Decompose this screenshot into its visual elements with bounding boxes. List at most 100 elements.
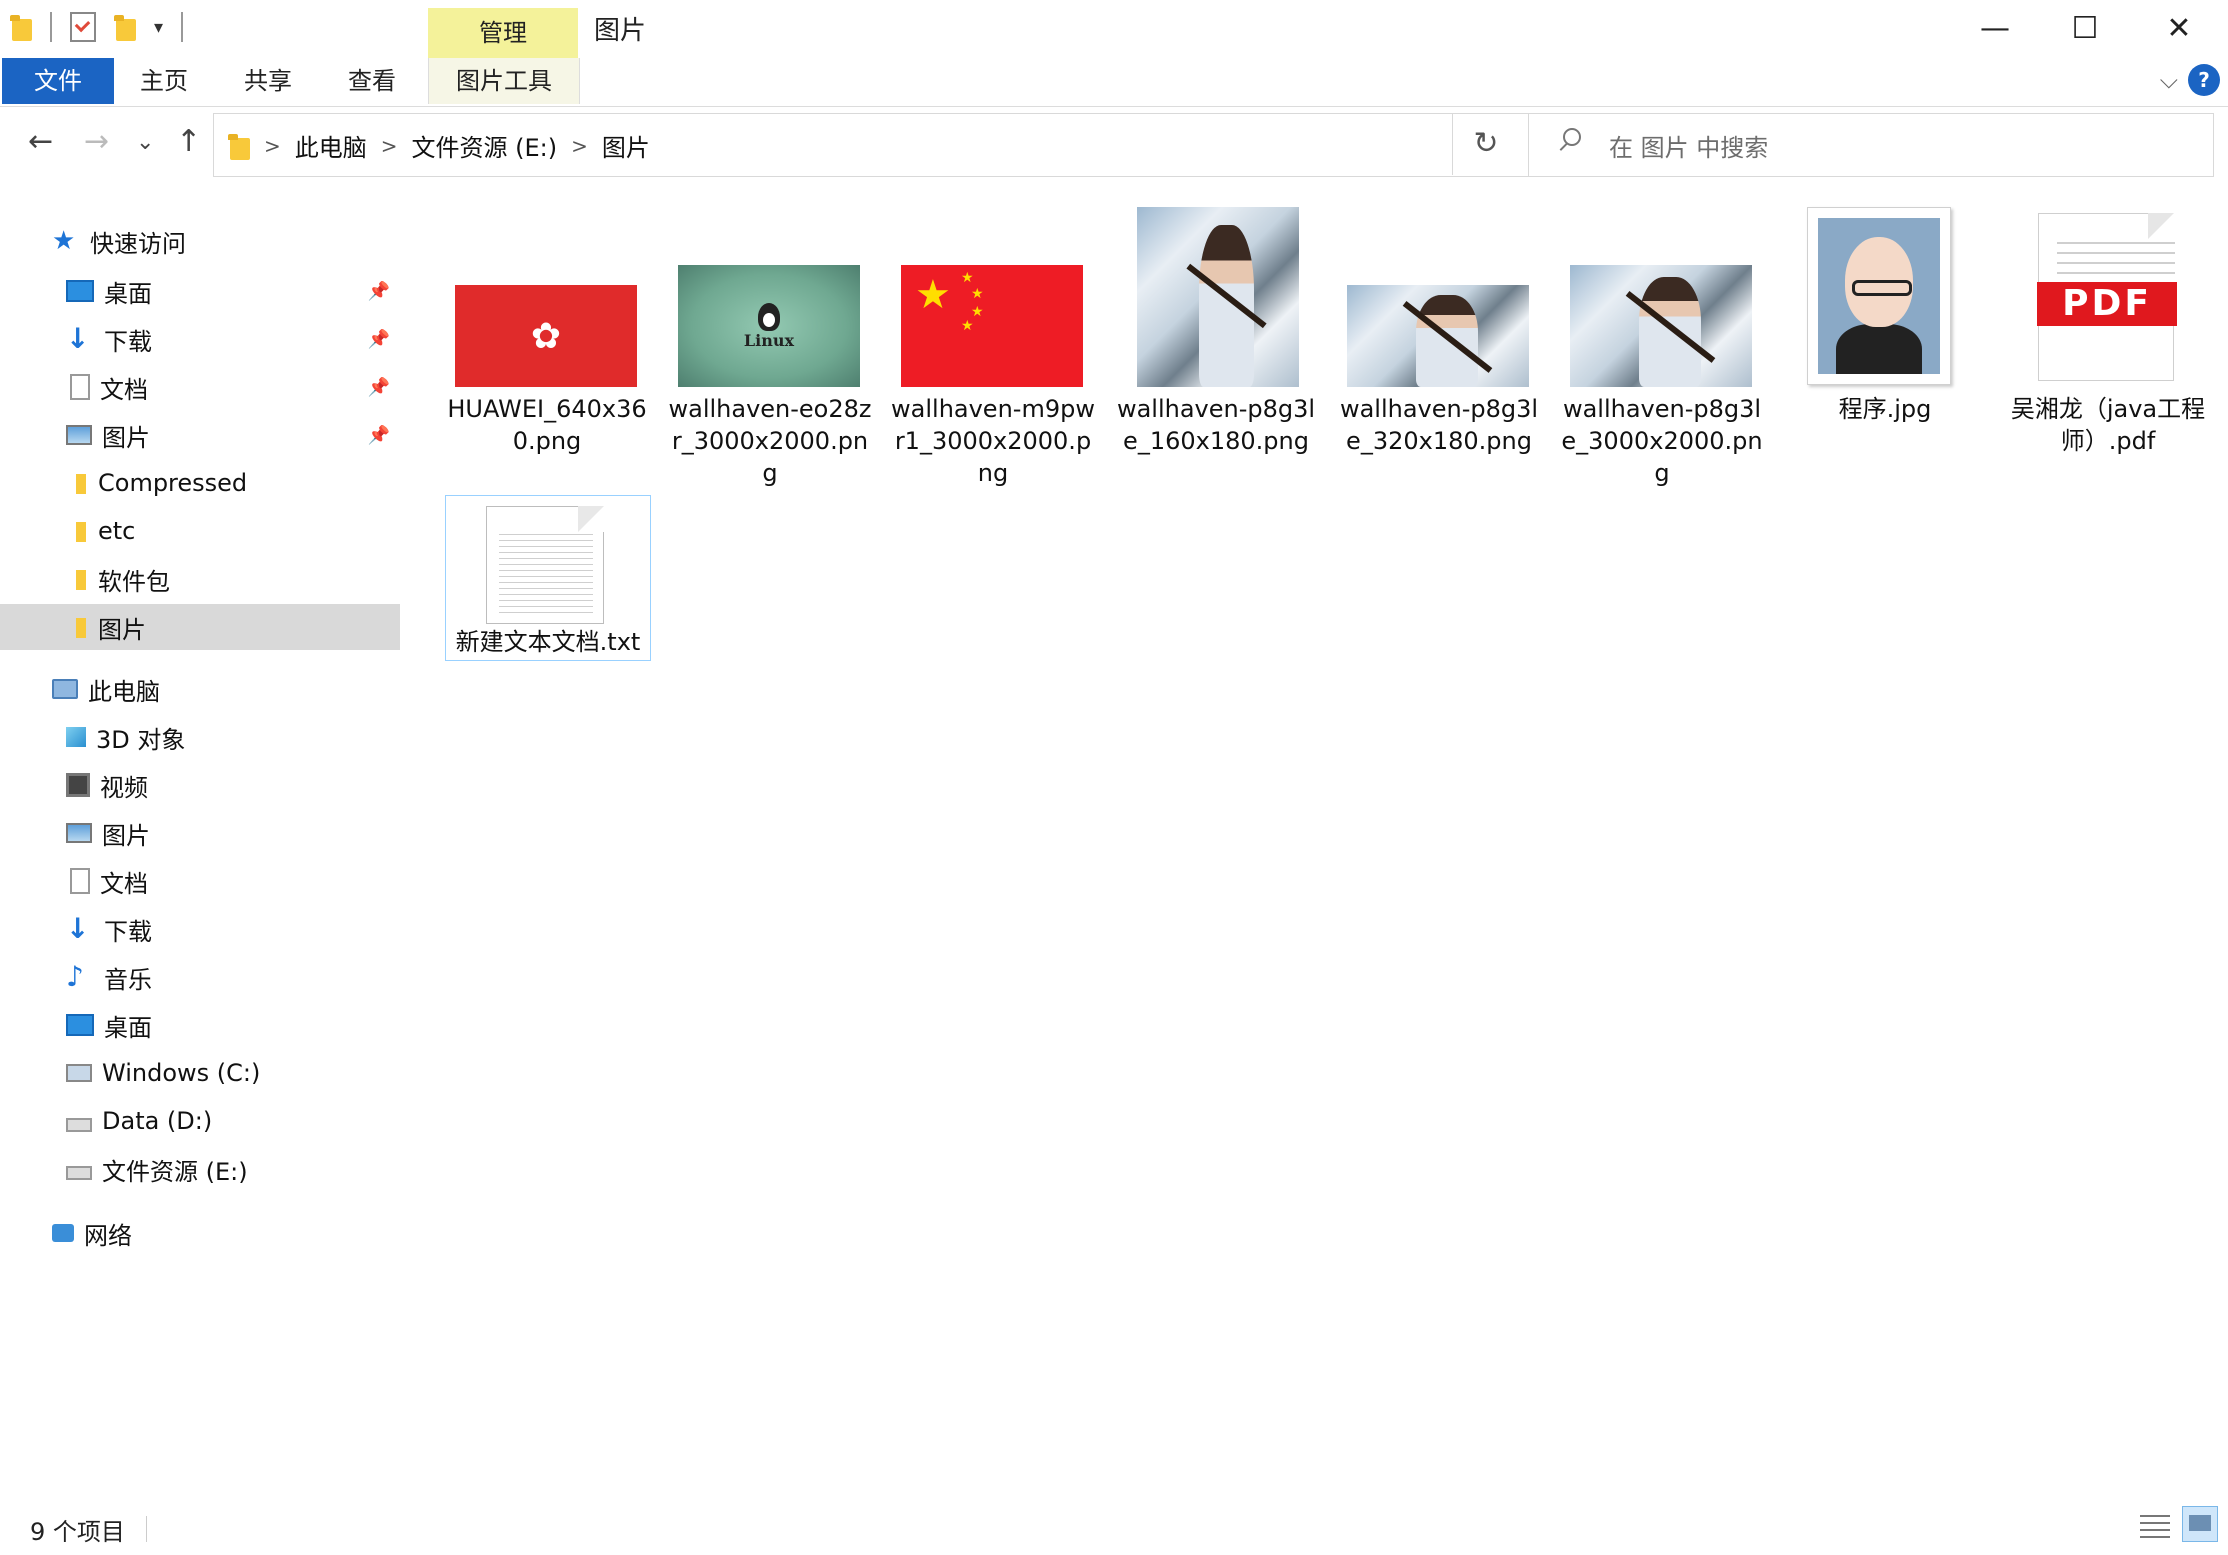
tab-view[interactable]: 查看 xyxy=(332,58,412,104)
breadcrumb-separator-icon[interactable]: > xyxy=(264,134,281,158)
breadcrumb-pictures[interactable]: 图片 xyxy=(602,128,650,163)
minimize-button[interactable]: — xyxy=(1950,0,2040,58)
sidebar-item-desktop[interactable]: 桌面 📌 xyxy=(0,268,400,314)
breadcrumb-drive-e[interactable]: 文件资源 (E:) xyxy=(412,128,558,163)
file-item[interactable]: wallhaven-p8g3le_160x180.png xyxy=(1114,185,1318,485)
sidebar-item-3d-objects[interactable]: 3D 对象 xyxy=(0,714,400,760)
sidebar-item-label: 文档 xyxy=(100,869,148,898)
file-name: 程序.jpg xyxy=(1838,395,1932,423)
tab-file[interactable]: 文件 xyxy=(2,58,114,104)
linux-wordmark: Linux xyxy=(743,330,795,350)
sidebar-item-music[interactable]: ♪ 音乐 xyxy=(0,954,400,1000)
sidebar-item-label: etc xyxy=(98,517,136,545)
recent-locations-chevron-icon[interactable]: ⌄ xyxy=(136,130,154,155)
sidebar-item-label: 快速访问 xyxy=(90,229,186,258)
download-icon: ↓ xyxy=(66,322,90,355)
large-star-icon: ★ xyxy=(915,272,951,318)
sidebar-item-label: 桌面 xyxy=(104,1013,152,1042)
huawei-logo-icon: ✿ xyxy=(530,315,562,357)
sidebar-item-documents[interactable]: 文档 📌 xyxy=(0,364,400,410)
folder-icon xyxy=(66,616,88,638)
file-item[interactable]: ✿ HUAWEI_640x360.png xyxy=(445,185,649,485)
sidebar-item-pc-downloads[interactable]: ↓ 下载 xyxy=(0,906,400,952)
sidebar-item-pc-desktop[interactable]: 桌面 xyxy=(0,1002,400,1048)
avatar-image xyxy=(1818,218,1940,374)
sidebar-item-compressed[interactable]: Compressed xyxy=(0,460,400,506)
photo-thumbnail xyxy=(1570,265,1752,387)
file-item[interactable]: wallhaven-p8g3le_320x180.png xyxy=(1337,185,1541,485)
details-view-icon[interactable] xyxy=(2140,1510,2170,1540)
refresh-button[interactable]: ↻ xyxy=(1452,113,1519,175)
file-item[interactable]: PDF 吴湘龙（java工程师）.pdf xyxy=(2006,185,2210,485)
sidebar-item-network[interactable]: 网络 xyxy=(52,1210,400,1256)
avatar-thumbnail xyxy=(1807,207,1951,385)
sidebar-item-pictures-folder[interactable]: 图片 xyxy=(0,604,400,650)
up-arrow-icon[interactable]: ↑ xyxy=(176,124,201,159)
sidebar-item-label: 图片 xyxy=(98,615,146,644)
large-icons-view-icon[interactable] xyxy=(2182,1506,2218,1542)
sidebar-item-pc-documents[interactable]: 文档 xyxy=(0,858,400,904)
sidebar-item-label: 下载 xyxy=(104,327,152,356)
window-title: 图片 xyxy=(594,16,647,46)
breadcrumb-separator-icon[interactable]: > xyxy=(381,134,398,158)
file-name: 新建文本文档.txt xyxy=(455,628,641,656)
pin-icon[interactable]: 📌 xyxy=(368,425,390,446)
china-flag-thumbnail: ★ ★ ★ ★ ★ xyxy=(901,265,1083,387)
pictures-icon xyxy=(66,823,92,843)
sidebar-item-etc[interactable]: etc xyxy=(0,508,400,554)
file-name: wallhaven-p8g3le_320x180.png xyxy=(1339,395,1539,455)
tab-picture-tools[interactable]: 图片工具 xyxy=(428,58,580,104)
pin-icon[interactable]: 📌 xyxy=(368,329,390,350)
folder-icon xyxy=(66,472,88,494)
new-folder-icon[interactable] xyxy=(114,13,136,41)
pdf-badge: PDF xyxy=(2037,282,2177,326)
pin-icon[interactable]: 📌 xyxy=(368,281,390,302)
manage-contextual-tab[interactable]: 管理 xyxy=(428,8,578,58)
customize-toolbar-dropdown[interactable]: ▾ xyxy=(154,17,163,38)
address-bar[interactable]: > 此电脑 > 文件资源 (E:) > 图片 ⌵ xyxy=(213,113,1646,177)
sidebar-item-packages[interactable]: 软件包 xyxy=(0,556,400,602)
file-item[interactable]: 新建文本文档.txt xyxy=(445,495,651,661)
close-button[interactable]: ✕ xyxy=(2134,0,2224,58)
properties-icon[interactable] xyxy=(70,12,96,42)
sidebar-item-label: 桌面 xyxy=(104,279,152,308)
sidebar-item-drive-d[interactable]: Data (D:) xyxy=(0,1098,400,1144)
file-item[interactable]: wallhaven-p8g3le_3000x2000.png xyxy=(1560,185,1764,487)
sidebar-item-this-pc[interactable]: 此电脑 xyxy=(52,666,400,712)
pin-icon[interactable]: 📌 xyxy=(368,377,390,398)
sidebar-item-label: 下载 xyxy=(104,917,152,946)
3d-objects-icon xyxy=(66,727,86,747)
video-icon xyxy=(66,773,90,797)
breadcrumb-separator-icon[interactable]: > xyxy=(571,134,588,158)
sidebar-item-videos[interactable]: 视频 xyxy=(0,762,400,808)
sidebar-item-label: 此电脑 xyxy=(88,677,160,706)
tab-home[interactable]: 主页 xyxy=(124,58,204,104)
sidebar-item-label: 文件资源 (E:) xyxy=(102,1157,248,1186)
status-divider xyxy=(146,1516,147,1542)
desktop-icon xyxy=(66,1014,94,1036)
maximize-button[interactable]: ☐ xyxy=(2040,0,2130,58)
sidebar-item-pictures[interactable]: 图片 📌 xyxy=(0,412,400,458)
file-item[interactable]: ★ ★ ★ ★ ★ wallhaven-m9pwr1_3000x2000.png xyxy=(891,185,1095,487)
breadcrumb-this-pc[interactable]: 此电脑 xyxy=(295,128,367,163)
sidebar-item-drive-c[interactable]: Windows (C:) xyxy=(0,1050,400,1096)
small-star-icon: ★ xyxy=(971,304,984,320)
ribbon-tabs: 文件 主页 共享 查看 图片工具 ⌵ ? xyxy=(0,58,2228,107)
item-count: 9 个项目 xyxy=(30,1518,125,1546)
sidebar-item-downloads[interactable]: ↓ 下载 📌 xyxy=(0,316,400,362)
expand-ribbon-chevron-icon[interactable]: ⌵ xyxy=(2160,66,2178,94)
file-item[interactable]: 程序.jpg xyxy=(1783,185,1987,485)
file-name: wallhaven-p8g3le_3000x2000.png xyxy=(1561,395,1763,487)
tab-share[interactable]: 共享 xyxy=(228,58,308,104)
search-input[interactable]: 在 图片 中搜索 xyxy=(1528,113,2214,177)
help-button[interactable]: ? xyxy=(2188,64,2220,96)
file-item[interactable]: Linux wallhaven-eo28zr_3000x2000.png xyxy=(668,185,872,487)
title-bar: ▾ 管理 图片 — ☐ ✕ xyxy=(0,0,2228,58)
photo-subject xyxy=(1639,277,1702,387)
sidebar-item-quick-access[interactable]: ★ 快速访问 xyxy=(52,218,400,264)
star-icon: ★ xyxy=(52,226,76,256)
sidebar-item-drive-e[interactable]: 文件资源 (E:) xyxy=(0,1146,400,1192)
sidebar-item-pc-pictures[interactable]: 图片 xyxy=(0,810,400,856)
back-arrow-icon[interactable]: ← xyxy=(28,124,53,159)
forward-arrow-icon[interactable]: → xyxy=(84,124,109,159)
